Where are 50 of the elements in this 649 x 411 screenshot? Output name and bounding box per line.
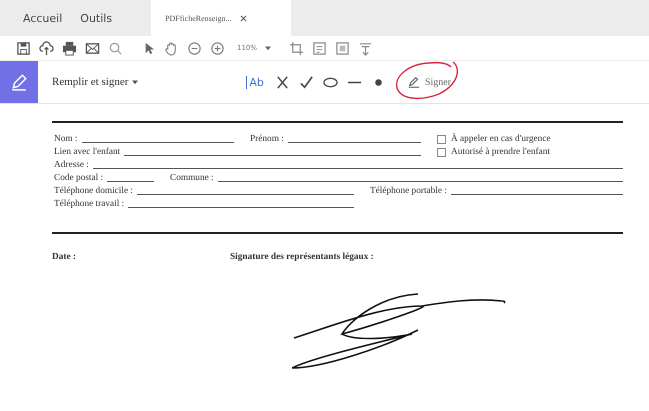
fill-in-line[interactable] — [107, 180, 154, 182]
fill-in-line[interactable] — [128, 206, 354, 208]
checkbox-label: À appeler en cas d'urgence — [451, 133, 551, 145]
page-icon[interactable] — [312, 40, 328, 56]
fill-in-line[interactable] — [450, 193, 623, 195]
close-icon[interactable] — [240, 14, 247, 22]
checkbox-label: Autorisé à prendre l'enfant — [451, 146, 550, 158]
page-icon[interactable] — [335, 40, 350, 56]
fill-sign-menu[interactable]: Remplir et signer — [52, 76, 138, 88]
fill-in-line[interactable] — [218, 180, 623, 182]
crop-icon[interactable] — [289, 40, 304, 56]
signature-label: Signature des représentants légaux : — [230, 252, 374, 262]
menu-tab[interactable]: Accueil — [14, 0, 72, 36]
caret-icon — [132, 79, 138, 85]
zoom-out-icon[interactable] — [187, 40, 202, 56]
cloud-upload-icon[interactable] — [39, 40, 54, 56]
checkmark-icon[interactable] — [298, 74, 314, 90]
pen-icon — [406, 75, 421, 89]
fill-in-line[interactable] — [288, 141, 421, 143]
text-tool-button[interactable]: Ab — [246, 76, 266, 88]
fill-in-line[interactable] — [82, 141, 234, 143]
field-label: Lien avec l'enfant — [54, 146, 120, 158]
field-label: Adresse : — [54, 159, 89, 171]
field-label: Téléphone domicile : — [54, 185, 133, 197]
save-icon[interactable] — [16, 40, 31, 56]
sign-button[interactable]: Signer — [400, 73, 457, 91]
fill-in-line[interactable] — [124, 154, 421, 156]
tool-icon[interactable] — [358, 40, 374, 56]
field-label: Téléphone portable : — [370, 185, 447, 197]
checkbox[interactable] — [437, 148, 446, 156]
menu-tab[interactable]: Outils — [71, 0, 122, 36]
field-label: Téléphone travail : — [54, 198, 124, 210]
print-icon[interactable] — [62, 40, 77, 56]
fill-in-line[interactable] — [92, 167, 623, 169]
search-icon[interactable] — [108, 40, 123, 56]
ellipse-icon[interactable] — [322, 74, 338, 90]
pen-icon[interactable] — [0, 61, 38, 103]
field-label: Code postal : — [54, 172, 104, 184]
zoom-in-icon[interactable] — [210, 40, 225, 56]
mail-icon[interactable] — [85, 40, 100, 56]
field-label: Prénom : — [250, 133, 284, 145]
hand-icon[interactable] — [164, 40, 179, 56]
menu-tab[interactable]: PDFficheRenseign... — [151, 0, 292, 36]
fill-in-line[interactable] — [137, 193, 354, 195]
cross-icon[interactable] — [274, 74, 290, 90]
checkbox[interactable] — [437, 134, 446, 144]
date-label: Date : — [52, 252, 78, 262]
field-label: Commune : — [170, 172, 214, 184]
caret-icon — [265, 45, 272, 51]
field-label: Nom : — [54, 133, 78, 145]
